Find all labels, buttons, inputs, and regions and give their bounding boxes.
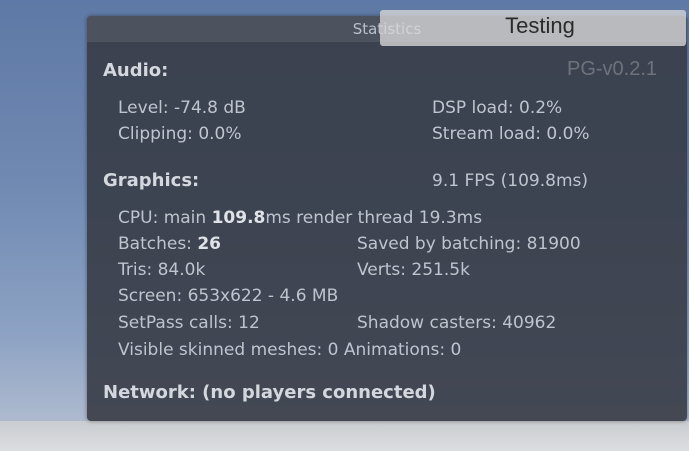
cpu-suffix: ms render thread 19.3ms <box>265 208 483 228</box>
screen-info: Screen: 653x622 - 4.6 MB <box>118 286 339 306</box>
setpass-calls: SetPass calls: 12 <box>118 313 260 333</box>
ground-plane <box>0 421 689 451</box>
audio-level: Level: -74.8 dB <box>118 98 246 118</box>
saved-by-batching: Saved by batching: 81900 <box>357 234 581 254</box>
cpu-prefix: CPU: main <box>118 208 212 228</box>
verts: Verts: 251.5k <box>357 260 470 280</box>
testing-tab[interactable]: Testing <box>380 10 686 46</box>
fps-readout: 9.1 FPS (109.8ms) <box>432 171 589 191</box>
stream-load: Stream load: 0.0% <box>432 124 590 144</box>
batches-value: 26 <box>197 234 221 254</box>
batches: Batches: 26 <box>118 234 221 254</box>
dsp-load: DSP load: 0.2% <box>432 98 563 118</box>
shadow-casters: Shadow casters: 40962 <box>357 313 557 333</box>
batches-prefix: Batches: <box>118 234 198 254</box>
cpu-main-value: 109.8 <box>211 208 266 228</box>
version-label: PG-v0.2.1 <box>567 58 658 80</box>
network-heading: Network: (no players connected) <box>103 382 436 403</box>
skinned-meshes: Visible skinned meshes: 0 Animations: 0 <box>118 340 462 360</box>
graphics-heading: Graphics: <box>103 170 200 191</box>
testing-label: Testing <box>505 13 575 38</box>
audio-heading: Audio: <box>103 60 169 81</box>
tris: Tris: 84.0k <box>118 260 206 280</box>
audio-clipping: Clipping: 0.0% <box>118 124 242 144</box>
cpu-times: CPU: main 109.8ms render thread 19.3ms <box>118 208 482 228</box>
